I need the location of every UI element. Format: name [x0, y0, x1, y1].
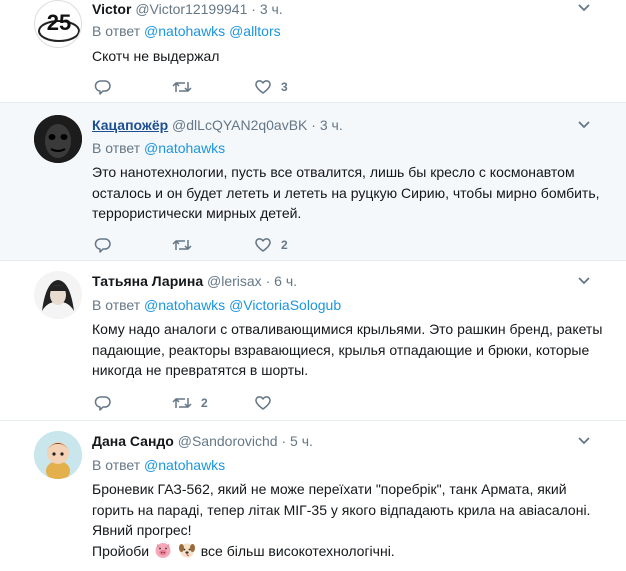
chevron-down-icon[interactable] [576, 0, 592, 16]
author-handle[interactable]: @Victor12199941 [135, 1, 247, 17]
tweet-victor[interactable]: 25 Victor @Victor12199941 · 3 ч. В ответ… [0, 0, 626, 103]
tweet-header: Татьяна Ларина @lerisax · 6 ч. [92, 272, 297, 290]
separator: · [251, 1, 256, 17]
tweet-header: Дана Сандо @Sandorovichd · 5 ч. [92, 432, 313, 450]
mention-link[interactable]: @alltors [229, 23, 281, 39]
like-button[interactable]: 3 [254, 77, 288, 97]
retweet-icon [172, 240, 192, 250]
tweet-text-part: все більш високотехнологічні. [200, 542, 395, 559]
chevron-down-icon[interactable] [576, 273, 592, 289]
avatar-tatyana[interactable] [34, 271, 82, 319]
reply-prefix: В ответ [92, 23, 141, 39]
reply-icon [94, 396, 111, 411]
author-handle[interactable]: @Sandorovichd [178, 433, 278, 449]
timestamp[interactable]: 5 ч. [290, 433, 313, 449]
mention-link[interactable]: @natohawks [144, 140, 225, 156]
reply-to: В ответ @natohawks [92, 456, 225, 474]
timestamp[interactable]: 3 ч. [260, 1, 283, 17]
tweet-tatyana[interactable]: Татьяна Ларина @lerisax · 6 ч. В ответ @… [0, 261, 626, 421]
like-button[interactable]: 2 [254, 235, 288, 255]
reply-button[interactable] [94, 393, 112, 413]
like-count: 2 [281, 238, 288, 252]
tweet-header: Кацапожёр @dlLcQYAN2q0avBK · 3 ч. [92, 116, 343, 134]
reply-to: В ответ @natohawks @VictoriaSologub [92, 296, 341, 314]
tweet-text-main: Броневик ГАЗ-562, який не може переїхати… [92, 481, 591, 538]
tweet-text-line: Пройоби все більш високотехнологічні. [92, 541, 612, 562]
retweet-count: 2 [201, 396, 208, 410]
heart-icon [255, 396, 271, 410]
retweet-icon [172, 82, 192, 92]
author-handle[interactable]: @dlLcQYAN2q0avBK [172, 117, 307, 133]
chevron-down-icon[interactable] [576, 433, 592, 449]
reply-icon [94, 238, 111, 253]
avatar-victor[interactable]: 25 [34, 0, 82, 48]
mention-link[interactable]: @natohawks [144, 23, 225, 39]
tweet-katsapozher[interactable]: Кацапожёр @dlLcQYAN2q0avBK · 3 ч. В отве… [0, 103, 626, 261]
separator: · [311, 117, 316, 133]
reply-button[interactable] [94, 235, 112, 255]
avatar-katsapozher[interactable] [34, 115, 82, 163]
reply-button[interactable] [94, 77, 112, 97]
reply-prefix: В ответ [92, 140, 141, 156]
author-name[interactable]: Кацапожёр [92, 117, 168, 133]
chevron-down-icon[interactable] [576, 117, 592, 133]
heart-icon [255, 238, 271, 252]
like-button[interactable] [254, 393, 272, 413]
reply-prefix: В ответ [92, 297, 141, 313]
reply-prefix: В ответ [92, 457, 141, 473]
pig-face-icon [155, 542, 171, 558]
reply-to: В ответ @natohawks @alltors [92, 22, 281, 40]
tweet-text: Броневик ГАЗ-562, який не може переїхати… [92, 479, 612, 561]
mention-link[interactable]: @VictoriaSologub [229, 297, 341, 313]
tweet-actions: 2 [92, 235, 352, 255]
author-name[interactable]: Victor [92, 1, 131, 17]
tweet-text: Это нанотехнологии, пусть все отвалится,… [92, 164, 600, 221]
avatar-logo-text: 25 [47, 10, 71, 35]
mention-link[interactable]: @natohawks [144, 297, 225, 313]
author-name[interactable]: Татьяна Ларина [92, 273, 203, 289]
reply-to: В ответ @natohawks [92, 139, 225, 157]
mention-link[interactable]: @natohawks [144, 457, 225, 473]
separator: · [265, 273, 271, 289]
tweet-text-part: Пройоби [92, 542, 150, 559]
reply-icon [94, 80, 111, 95]
author-handle[interactable]: @lerisax [207, 273, 262, 289]
tweet-text: Кому надо аналоги с отваливающимися крыл… [92, 321, 603, 378]
like-count: 3 [281, 80, 288, 94]
avatar-dana[interactable] [34, 431, 82, 479]
tweet-actions: 3 [92, 77, 352, 97]
tweet-header: Victor @Victor12199941 · 3 ч. [92, 0, 283, 18]
tweet-dana[interactable]: Дана Сандо @Sandorovichd · 5 ч. В ответ … [0, 421, 626, 571]
heart-icon [255, 80, 271, 94]
dog-face-icon [178, 543, 195, 557]
retweet-button[interactable] [172, 235, 192, 255]
tweet-text: Скотч не выдержал [92, 48, 220, 64]
timestamp[interactable]: 3 ч. [320, 117, 343, 133]
retweet-button[interactable]: 2 [172, 393, 208, 413]
tweet-actions: 2 [92, 393, 352, 413]
author-name[interactable]: Дана Сандо [92, 433, 174, 449]
timestamp[interactable]: 6 ч. [274, 273, 297, 289]
retweet-button[interactable] [172, 77, 192, 97]
separator: · [281, 433, 287, 449]
retweet-icon [172, 398, 192, 408]
